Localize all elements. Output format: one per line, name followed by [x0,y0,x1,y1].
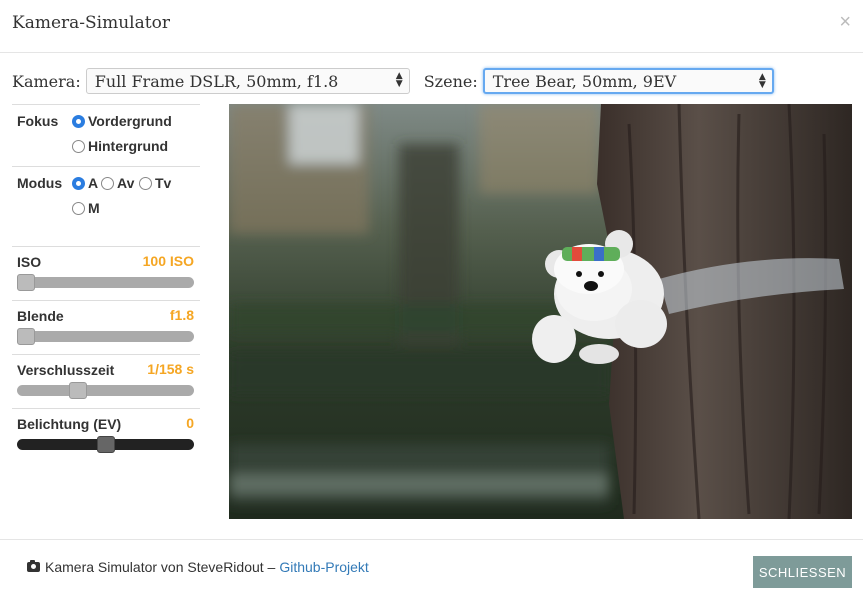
radio-icon[interactable] [72,139,85,153]
radio-checked-icon[interactable] [72,176,85,190]
aperture-slider-thumb[interactable] [17,328,35,345]
tree-bear-photo [229,104,852,519]
camera-label: Kamera: [12,71,81,91]
radio-icon[interactable] [72,201,85,215]
aperture-value: f1.8 [169,307,194,323]
iso-label: ISO [17,254,42,270]
exposure-value: 0 [186,415,194,431]
close-icon[interactable]: × [839,12,851,32]
iso-value: 100 ISO [142,253,194,269]
iso-slider-thumb[interactable] [17,274,35,291]
mode-option-a[interactable]: A [72,175,98,191]
radio-icon[interactable] [101,176,114,190]
shutter-slider-block: Verschlusszeit 1/158 s [12,354,200,408]
credit-text: Kamera Simulator von SteveRidout – [45,559,276,575]
aperture-slider[interactable] [17,328,194,345]
focus-label: Fokus [17,113,59,129]
mode-group: Modus A Av Tv M [12,166,200,246]
iso-slider[interactable] [17,274,194,291]
focus-option-background[interactable]: Hintergrund [72,138,168,154]
dialog-header: Kamera-Simulator × [0,0,863,53]
scene-label: Szene: [423,71,478,91]
shutter-value: 1/158 s [147,361,194,377]
camera-icon [27,560,40,572]
aperture-label: Blende [17,308,64,324]
aperture-slider-block: Blende f1.8 [12,300,200,354]
focus-group: Fokus Vordergrund Hintergrund [12,104,200,166]
mode-option-av[interactable]: Av [101,175,134,191]
dialog-footer: Kamera Simulator von SteveRidout – Githu… [0,539,863,596]
iso-slider-block: ISO 100 ISO [12,246,200,300]
exposure-slider-block: Belichtung (EV) 0 [12,408,200,462]
mode-option-tv[interactable]: Tv [139,175,171,191]
scene-photo [229,104,852,519]
mode-option-m[interactable]: M [72,200,100,216]
camera-select[interactable]: Full Frame DSLR, 50mm, f1.8 ▲ ▼ [85,68,410,94]
scene-select-value: Tree Bear, 50mm, 9EV [492,71,677,91]
select-arrows-icon: ▲ ▼ [758,72,766,90]
select-arrows-icon: ▲ ▼ [395,71,403,89]
dialog-title: Kamera-Simulator [12,13,170,33]
radio-icon[interactable] [139,176,152,190]
close-button[interactable]: SCHLIESSEN [753,556,852,588]
shutter-slider[interactable] [17,382,194,399]
camera-select-value: Full Frame DSLR, 50mm, f1.8 [94,71,339,91]
mode-label: Modus [17,175,63,191]
settings-panel: Fokus Vordergrund Hintergrund Modus A Av… [12,104,200,246]
exposure-label: Belichtung (EV) [17,416,122,432]
github-link[interactable]: Github-Projekt [279,559,368,575]
scene-select[interactable]: Tree Bear, 50mm, 9EV ▲ ▼ [482,68,774,94]
shutter-slider-thumb[interactable] [69,382,88,399]
credit-line: Kamera Simulator von SteveRidout – Githu… [27,559,369,575]
exposure-slider-thumb[interactable] [96,436,115,453]
exposure-slider[interactable] [17,436,194,453]
shutter-label: Verschlusszeit [17,362,115,378]
selector-row: Kamera: Full Frame DSLR, 50mm, f1.8 ▲ ▼ S… [12,67,774,95]
radio-checked-icon[interactable] [72,114,85,128]
focus-option-foreground[interactable]: Vordergrund [72,113,172,129]
